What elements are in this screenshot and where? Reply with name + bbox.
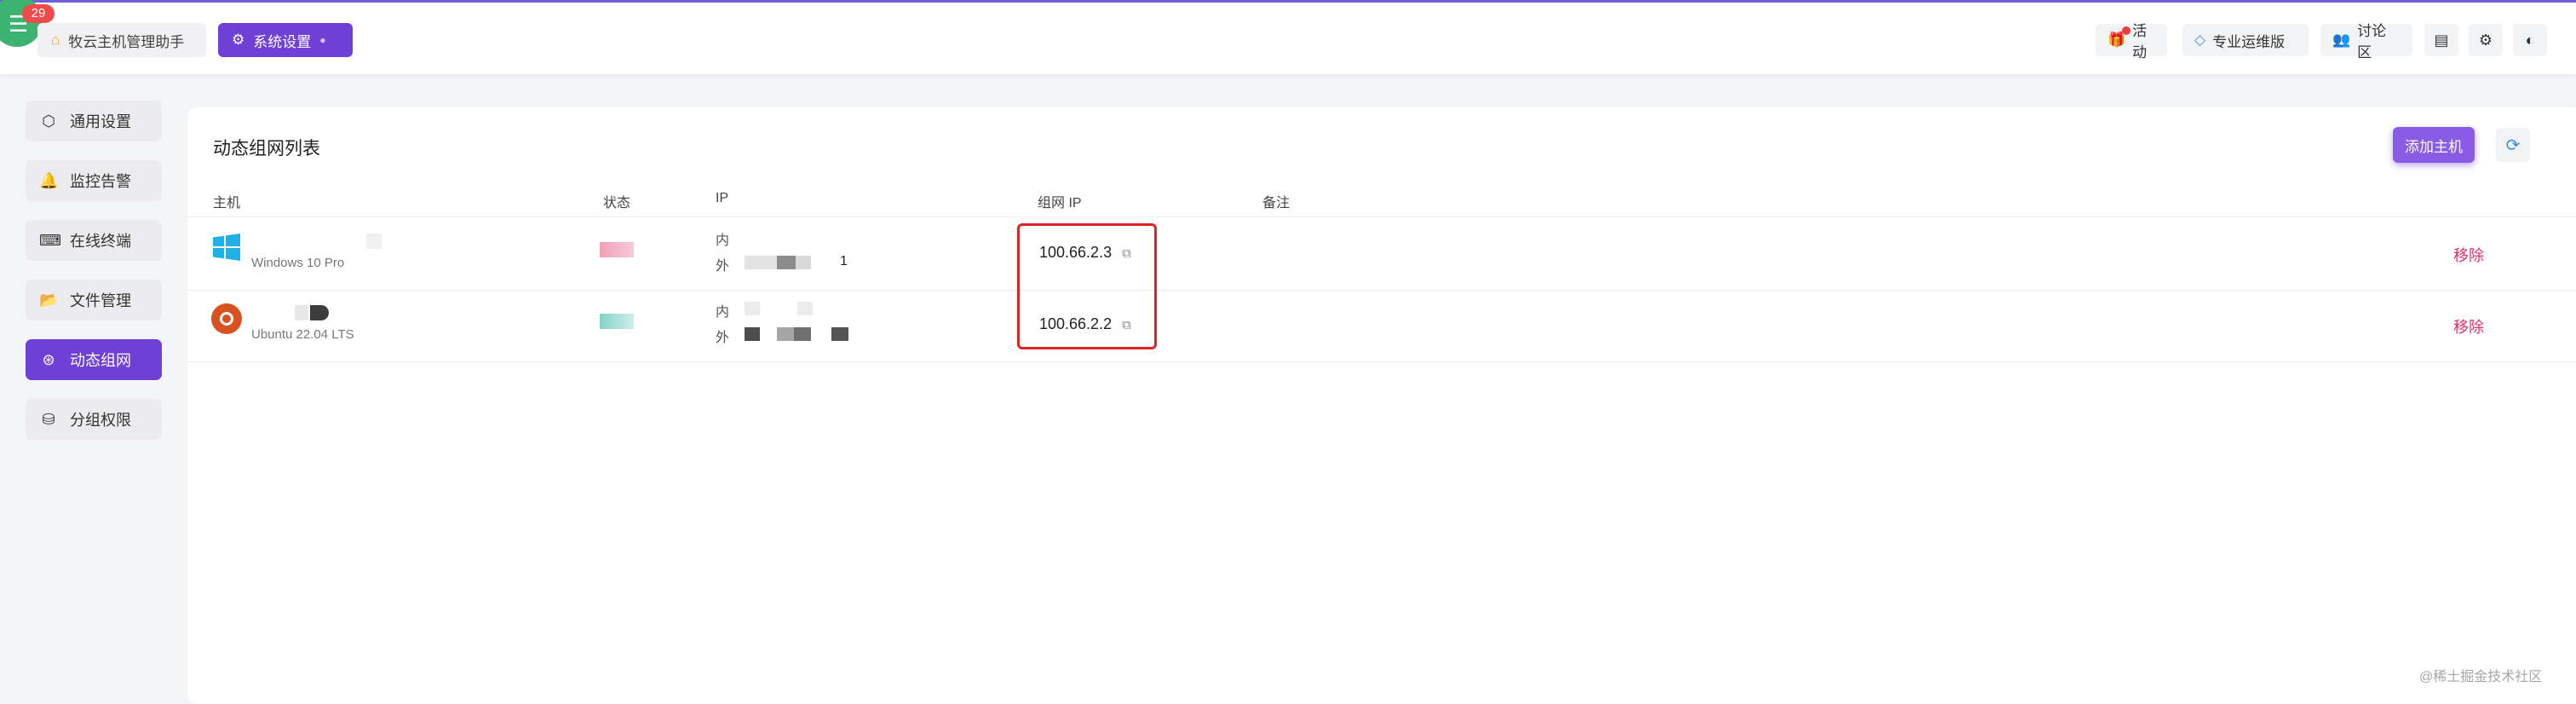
status-indicator bbox=[600, 242, 634, 257]
pro-edition-label: 专业运维版 bbox=[2212, 33, 2286, 50]
sidebar-item-label: 监控告警 bbox=[70, 173, 131, 190]
column-header-network-ip: 组网 IP bbox=[1038, 196, 1082, 211]
ip-redacted bbox=[745, 302, 760, 315]
watermark: @稀土掘金技术社区 bbox=[2419, 670, 2543, 684]
group-permission-icon: ⛁ bbox=[42, 410, 55, 428]
add-host-button[interactable]: 添加主机 bbox=[2393, 127, 2475, 163]
refresh-icon: ⟳ bbox=[2505, 136, 2521, 155]
gear-icon: ⚙ bbox=[232, 32, 245, 48]
pro-edition-button[interactable]: ◇ 专业运维版 bbox=[2182, 24, 2309, 56]
column-header-remark: 备注 bbox=[1262, 196, 1291, 211]
sidebar-item-online-terminal[interactable]: ⌨ 在线终端 bbox=[26, 220, 162, 261]
sidebar-item-group-permissions[interactable]: ⛁ 分组权限 bbox=[26, 399, 162, 440]
activity-button[interactable]: 🎁 活动 bbox=[2096, 23, 2167, 61]
tab-system-settings[interactable]: ⚙ 系统设置 ● bbox=[218, 23, 353, 57]
ip-redacted bbox=[796, 256, 811, 269]
users-icon: 👥 bbox=[2332, 32, 2351, 48]
ip-redacted bbox=[777, 327, 794, 341]
ip-redacted bbox=[745, 256, 777, 269]
ip-inner-label: 内 bbox=[716, 305, 730, 320]
sidebar-item-monitor-alerts[interactable]: 🔔 监控告警 bbox=[26, 160, 162, 201]
sidebar-item-label: 文件管理 bbox=[70, 292, 131, 309]
ip-redacted bbox=[797, 302, 813, 315]
tab-home-label: 牧云主机管理助手 bbox=[68, 33, 185, 50]
sidebar-item-label: 在线终端 bbox=[70, 233, 131, 250]
sidebar: ⬡ 通用设置 🔔 监控告警 ⌨ 在线终端 📂 文件管理 ⊛ 动态组网 ⛁ 分组权… bbox=[26, 101, 162, 459]
os-name: Ubuntu 22.04 LTS bbox=[251, 327, 354, 342]
ip-outer-label: 外 bbox=[716, 331, 730, 345]
activity-label: 活动 bbox=[2132, 23, 2148, 61]
notification-badge: 29 bbox=[22, 4, 55, 23]
tab-settings-label: 系统设置 bbox=[253, 33, 312, 50]
terminal-icon: ⌨ bbox=[39, 231, 61, 249]
forum-label: 讨论区 bbox=[2357, 23, 2387, 61]
sidebar-item-dynamic-network[interactable]: ⊛ 动态组网 bbox=[26, 339, 162, 380]
status-indicator bbox=[600, 314, 634, 329]
diamond-icon: ◇ bbox=[2194, 32, 2206, 48]
folder-icon: 📂 bbox=[39, 291, 59, 309]
network-ip-highlight-box bbox=[1017, 223, 1157, 349]
settings-hex-icon: ⬡ bbox=[42, 112, 55, 130]
sidebar-item-label: 通用设置 bbox=[70, 113, 131, 130]
ip-outer-tail: 1 bbox=[840, 254, 848, 268]
forum-button[interactable]: 👥 讨论区 bbox=[2320, 23, 2412, 61]
theme-toggle-icon: ◐ bbox=[2525, 31, 2535, 49]
remove-button[interactable]: 移除 bbox=[2453, 315, 2484, 338]
column-header-status: 状态 bbox=[603, 196, 631, 211]
settings-icon: ⚙ bbox=[2478, 31, 2493, 49]
page-title: 动态组网列表 bbox=[213, 139, 320, 159]
bell-icon: 🔔 bbox=[39, 171, 59, 189]
network-list-panel: 动态组网列表 添加主机 ⟳ 主机 状态 IP 组网 IP 备注 Windows … bbox=[187, 107, 2576, 704]
tab-close-icon[interactable]: ● bbox=[319, 34, 325, 46]
windows-icon bbox=[213, 234, 240, 261]
ip-redacted bbox=[777, 256, 796, 269]
gift-icon: 🎁 bbox=[2107, 26, 2131, 49]
app-logo[interactable]: ☰ 29 bbox=[0, 0, 55, 47]
sidebar-item-file-manager[interactable]: 📂 文件管理 bbox=[26, 280, 162, 320]
ip-redacted bbox=[794, 327, 811, 341]
sidebar-item-label: 分组权限 bbox=[70, 412, 131, 429]
top-bar: ☰ 29 ⌂ 牧云主机管理助手 ⚙ 系统设置 ● 🎁 活动 ◇ 专业运维版 👥 … bbox=[0, 0, 2576, 74]
home-icon: ⌂ bbox=[51, 32, 60, 48]
document-icon: ▤ bbox=[2434, 31, 2449, 49]
sidebar-item-label: 动态组网 bbox=[70, 352, 131, 369]
theme-toggle-button[interactable]: ◐ bbox=[2513, 24, 2547, 56]
ip-redacted bbox=[831, 327, 848, 341]
remove-button[interactable]: 移除 bbox=[2453, 244, 2484, 266]
table-row: Ubuntu 22.04 LTS 内 外 100.66.2.2 ⧉ 移除 bbox=[187, 290, 2576, 362]
table-row: Windows 10 Pro 内 外 1 100.66.2.3 ⧉ 移除 bbox=[187, 218, 2576, 291]
ip-outer-label: 外 bbox=[716, 259, 730, 274]
settings-button[interactable]: ⚙ bbox=[2469, 24, 2503, 56]
column-header-host: 主机 bbox=[213, 196, 241, 211]
tab-home[interactable]: ⌂ 牧云主机管理助手 bbox=[37, 23, 206, 57]
table-header: 主机 状态 IP 组网 IP 备注 bbox=[187, 182, 2576, 217]
ip-inner-label: 内 bbox=[716, 234, 730, 248]
column-header-ip: IP bbox=[716, 191, 729, 205]
sidebar-item-general-settings[interactable]: ⬡ 通用设置 bbox=[26, 101, 162, 141]
refresh-button[interactable]: ⟳ bbox=[2496, 128, 2530, 162]
host-name-redacted bbox=[310, 305, 329, 320]
document-button[interactable]: ▤ bbox=[2424, 24, 2458, 56]
ip-redacted bbox=[745, 327, 760, 341]
host-name-redacted bbox=[366, 234, 382, 249]
ubuntu-icon bbox=[211, 303, 242, 334]
network-icon: ⊛ bbox=[42, 350, 55, 368]
os-name: Windows 10 Pro bbox=[251, 256, 345, 270]
host-name-redacted bbox=[295, 305, 308, 320]
